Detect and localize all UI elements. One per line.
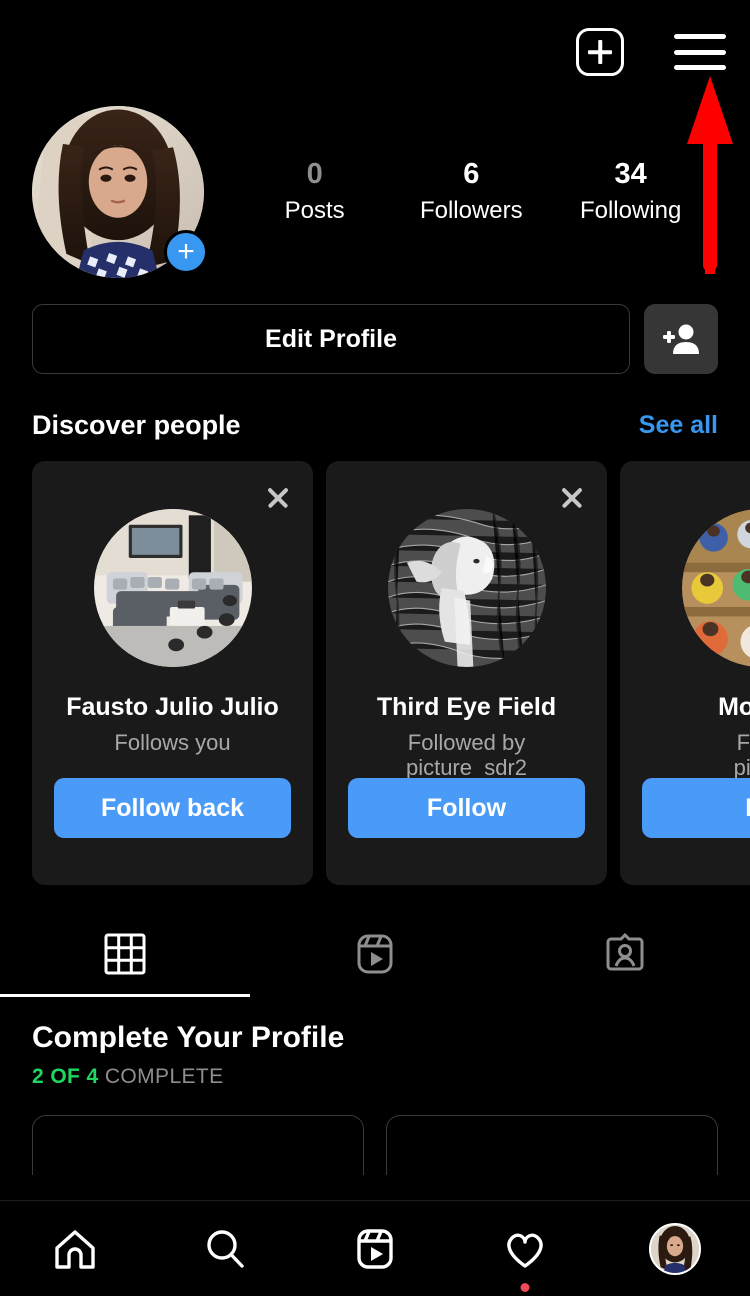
top-bar: [0, 0, 750, 104]
notification-dot: [520, 1282, 530, 1292]
active-tab-indicator: [0, 994, 250, 997]
discover-card-name: Fausto Julio Julio: [66, 693, 279, 721]
see-all-link[interactable]: See all: [639, 411, 718, 440]
posts-count: 0: [306, 158, 323, 191]
complete-profile-progress: 2 OF 4 COMPLETE: [32, 1065, 718, 1089]
progress-done: 2 OF 4: [32, 1065, 99, 1088]
discover-people-title: Discover people: [32, 410, 241, 440]
profile-stats: 0 Posts 6 Followers 34 Following: [204, 158, 718, 226]
progress-rest: COMPLETE: [104, 1065, 224, 1088]
nav-reels[interactable]: [335, 1219, 415, 1279]
discover-card[interactable]: Fausto Julio Julio Follows you Follow ba…: [32, 461, 313, 885]
profile-actions: Edit Profile: [0, 304, 750, 374]
spray-cans-photo[interactable]: [681, 509, 750, 667]
posts-label: Posts: [284, 196, 345, 224]
person-add-icon: [663, 324, 699, 354]
complete-profile-card[interactable]: [386, 1115, 718, 1175]
nav-home[interactable]: [35, 1219, 115, 1279]
complete-profile-cards: [0, 1115, 750, 1175]
stat-following[interactable]: 34 Following: [580, 158, 681, 226]
discover-card-subtitle: Follo pictur: [733, 730, 750, 781]
complete-profile-title: Complete Your Profile: [32, 1021, 345, 1054]
followers-count: 6: [463, 158, 480, 191]
following-count: 34: [614, 158, 647, 191]
heart-icon: [507, 1233, 543, 1268]
discover-people-header: Discover people See all: [0, 410, 750, 441]
new-post-button[interactable]: [576, 28, 624, 76]
followers-label: Followers: [419, 196, 523, 224]
tagged-icon: [606, 932, 644, 971]
stat-followers[interactable]: 6 Followers: [420, 158, 523, 226]
close-icon[interactable]: [557, 483, 587, 513]
close-icon[interactable]: [263, 483, 293, 513]
discover-card-name: Moises: [718, 693, 750, 721]
engraving-portrait-photo[interactable]: [387, 509, 546, 667]
profile-header: + 0 Posts 6 Followers 34 Following: [0, 104, 750, 280]
discover-people-toggle-button[interactable]: [644, 304, 718, 374]
plus-square-icon: [576, 28, 624, 76]
avatar: [649, 1222, 701, 1275]
reels-icon: [357, 1228, 393, 1269]
stat-posts[interactable]: 0 Posts: [267, 158, 363, 226]
follow-back-button[interactable]: Follow back: [54, 778, 291, 838]
hamburger-menu-icon: [674, 34, 726, 70]
tagged-tab[interactable]: [500, 911, 750, 997]
living-room-photo[interactable]: [93, 509, 252, 667]
reels-tab[interactable]: [250, 911, 500, 997]
edit-profile-button[interactable]: Edit Profile: [32, 304, 630, 374]
profile-tabs: [0, 911, 750, 997]
bottom-navigation: [0, 1200, 750, 1296]
discover-card-subtitle: Follows you: [114, 730, 231, 755]
nav-profile[interactable]: [635, 1219, 715, 1279]
follow-button[interactable]: Follow: [348, 778, 585, 838]
reels-icon: [357, 934, 393, 974]
discover-card[interactable]: Third Eye Field Followed by picture_sdr2…: [326, 461, 607, 885]
discover-card[interactable]: Moises Follo pictur Fo: [620, 461, 750, 885]
add-story-badge[interactable]: +: [164, 230, 208, 274]
menu-button[interactable]: [674, 34, 726, 70]
following-label: Following: [579, 196, 682, 224]
nav-activity[interactable]: [485, 1219, 565, 1292]
grid-icon: [104, 933, 146, 975]
discover-card-name: Third Eye Field: [376, 693, 557, 721]
posts-grid-tab[interactable]: [0, 911, 250, 997]
complete-profile-section: Complete Your Profile 2 OF 4 COMPLETE: [0, 1021, 750, 1089]
nav-search[interactable]: [185, 1219, 265, 1279]
home-icon: [55, 1229, 95, 1269]
profile-avatar-wrapper[interactable]: +: [32, 106, 208, 278]
complete-profile-card[interactable]: [32, 1115, 364, 1175]
search-icon: [207, 1229, 244, 1268]
follow-button[interactable]: Fo: [642, 778, 750, 838]
discover-card-subtitle: Followed by picture_sdr2: [405, 730, 528, 781]
discover-people-carousel[interactable]: Fausto Julio Julio Follows you Follow ba…: [0, 461, 750, 885]
